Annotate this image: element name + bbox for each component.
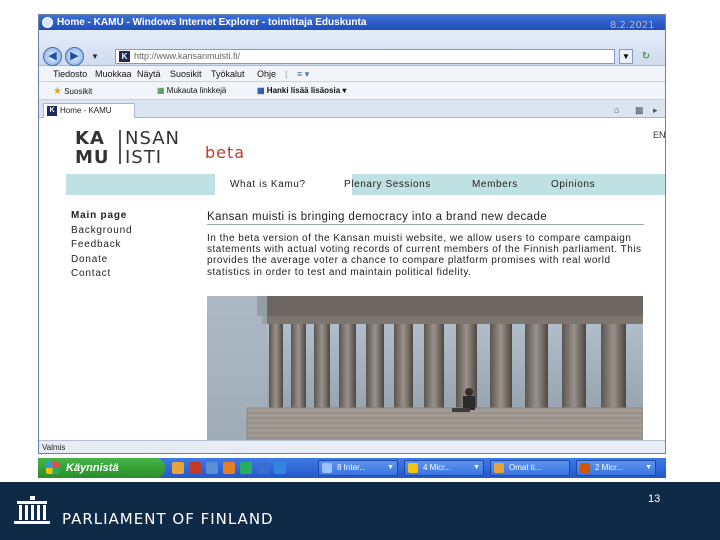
- addons-label: Hanki lisää lisäosia: [266, 86, 341, 95]
- parliament-logo-icon: [14, 496, 50, 524]
- side-menu-contact[interactable]: Contact: [71, 268, 132, 283]
- logo-divider: [119, 130, 121, 164]
- powerpoint-task-icon: [580, 463, 590, 473]
- taskbar-label-documents: Omat ti...: [509, 463, 542, 472]
- footer-title: PARLIAMENT OF FINLAND: [62, 510, 274, 528]
- quicklaunch-word-icon[interactable]: [257, 462, 269, 474]
- address-text: http://www.kansanmuisti.fi/: [134, 51, 241, 61]
- customize-links-label: Mukauta linkkejä: [166, 86, 227, 95]
- forward-arrow-icon[interactable]: ▶: [65, 47, 84, 66]
- page-number: 13: [648, 493, 661, 505]
- caret-down-icon: ▼: [645, 464, 652, 471]
- parliament-building-photo: [207, 296, 643, 440]
- taskbar-label-office: 4 Micr...: [423, 463, 452, 472]
- quicklaunch-excel-icon[interactable]: [240, 462, 252, 474]
- office-task-icon: [408, 463, 418, 473]
- menu-item-edit[interactable]: Muokkaa: [95, 69, 132, 79]
- quicklaunch-outlook-icon[interactable]: [189, 462, 201, 474]
- tab-bar: K Home - KAMU ⌂ ▩ ▸: [39, 100, 665, 118]
- taskbar-button-documents[interactable]: Omat ti...: [490, 460, 570, 476]
- toolbar-separator: |: [285, 69, 288, 79]
- taskbar-label-powerpoint: 2 Micr...: [595, 463, 624, 472]
- quicklaunch-email-icon[interactable]: [206, 462, 218, 474]
- menu-item-file[interactable]: Tiedosto: [53, 69, 87, 79]
- favorites-label: Suosikit: [64, 87, 93, 96]
- menu-bar: Tiedosto Muokkaa Näytä Suosikit Työkalut…: [39, 66, 665, 82]
- caret-down-icon: ▼: [473, 464, 480, 471]
- window-title: Home - KAMU - Windows Internet Explorer …: [57, 17, 367, 28]
- quicklaunch-media-icon[interactable]: [223, 462, 235, 474]
- address-row: ◀ ▶ ▼ K http://www.kansanmuisti.fi/ ▼ ↻: [39, 30, 665, 66]
- favorites-bar: ★ Suosikit ▦ Mukauta linkkejä ▦ Hanki li…: [39, 82, 665, 100]
- language-link[interactable]: EN: [653, 130, 665, 140]
- side-menu-donate[interactable]: Donate: [71, 254, 132, 269]
- addons-icon: ▦: [257, 86, 265, 95]
- links-icon: ▦: [157, 86, 165, 95]
- start-button[interactable]: Käynnistä: [38, 458, 165, 478]
- nav-opinions[interactable]: Opinions: [551, 179, 595, 190]
- nav-members[interactable]: Members: [472, 179, 518, 190]
- tab-label: Home - KAMU: [60, 106, 112, 115]
- side-menu-main-page[interactable]: Main page: [71, 210, 132, 225]
- windows-taskbar: Käynnistä 8 Inter... ▼ 4 Micr... ▼ Omat …: [38, 458, 666, 478]
- slide-date: 8.2.2021: [610, 20, 655, 31]
- nav-plenary-sessions[interactable]: Plenary Sessions: [344, 179, 431, 190]
- home-icon[interactable]: ⌂: [614, 105, 619, 115]
- menu-item-favorites[interactable]: Suosikit: [170, 69, 202, 79]
- feeds-icon[interactable]: ▩: [635, 105, 644, 116]
- window-titlebar[interactable]: Home - KAMU - Windows Internet Explorer …: [39, 15, 665, 30]
- star-icon: ★: [53, 86, 62, 97]
- slide-footer: PARLIAMENT OF FINLAND 13: [0, 482, 720, 540]
- menu-item-help[interactable]: Ohje: [257, 69, 276, 79]
- tab-home-kamu[interactable]: K Home - KAMU: [43, 103, 135, 118]
- status-bar: Valmis: [39, 440, 665, 453]
- site-favicon-icon: K: [119, 51, 130, 62]
- taskbar-button-ie[interactable]: 8 Inter... ▼: [318, 460, 398, 476]
- back-arrow-icon[interactable]: ◀: [43, 47, 62, 66]
- customize-links-button[interactable]: ▦ Mukauta linkkejä: [157, 86, 226, 95]
- caret-down-icon: ▼: [387, 464, 394, 471]
- web-page: KA NSAN MU ISTI beta EN What is Kamu? Pl…: [39, 118, 665, 440]
- ie-task-icon: [322, 463, 332, 473]
- favorites-button[interactable]: ★ Suosikit: [53, 86, 92, 97]
- side-menu-background[interactable]: Background: [71, 225, 132, 240]
- ie-icon: [42, 17, 53, 28]
- address-field[interactable]: K http://www.kansanmuisti.fi/: [115, 49, 615, 64]
- history-dropdown-icon[interactable]: ▼: [91, 52, 99, 61]
- address-dropdown-icon[interactable]: ▼: [619, 49, 633, 64]
- browser-window: Home - KAMU - Windows Internet Explorer …: [38, 14, 666, 454]
- side-menu: Main page Background Feedback Donate Con…: [71, 210, 132, 283]
- intro-paragraph: In the beta version of the Kansan muisti…: [207, 233, 642, 278]
- logo-line1-left: KA: [75, 128, 105, 149]
- taskbar-button-office[interactable]: 4 Micr... ▼: [404, 460, 484, 476]
- logo-line2-left: MU: [75, 147, 110, 168]
- refresh-icon[interactable]: ↻: [639, 49, 653, 64]
- page-headline: Kansan muisti is bringing democracy into…: [207, 211, 644, 225]
- menu-item-view[interactable]: Näytä: [137, 69, 161, 79]
- site-nav: What is Kamu? Plenary Sessions Members O…: [66, 174, 665, 195]
- side-menu-feedback[interactable]: Feedback: [71, 239, 132, 254]
- tab-favicon-icon: K: [47, 106, 57, 116]
- folder-task-icon: [494, 463, 504, 473]
- quicklaunch-folder-icon[interactable]: [172, 462, 184, 474]
- menu-item-tools[interactable]: Työkalut: [211, 69, 245, 79]
- taskbar-button-powerpoint[interactable]: 2 Micr... ▼: [576, 460, 656, 476]
- beta-label: beta: [205, 143, 246, 162]
- addons-button[interactable]: ▦ Hanki lisää lisäosia ▾: [257, 86, 346, 95]
- toolbar-menu-icon[interactable]: ≡ ▾: [297, 69, 309, 80]
- quicklaunch-ie-icon[interactable]: [274, 462, 286, 474]
- logo-line2-right: ISTI: [125, 147, 163, 168]
- start-label: Käynnistä: [66, 462, 119, 474]
- windows-logo-icon: [46, 462, 59, 474]
- logo-line1-right: NSAN: [125, 128, 181, 149]
- print-icon[interactable]: ▸: [653, 105, 658, 116]
- nav-what-is-kamu[interactable]: What is Kamu?: [230, 179, 306, 190]
- taskbar-label-ie: 8 Inter...: [337, 463, 366, 472]
